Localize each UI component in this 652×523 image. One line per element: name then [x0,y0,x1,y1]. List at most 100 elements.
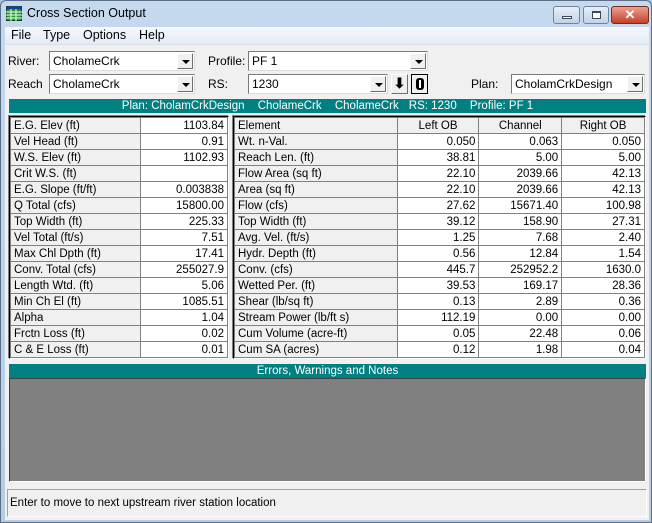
row-value[interactable]: 0.01 [140,341,228,358]
menu-type[interactable]: Type [40,28,73,42]
chevron-down-icon[interactable] [627,76,643,92]
right-ob-value[interactable]: 0.36 [561,293,645,310]
chevron-down-icon[interactable] [410,53,426,69]
row-value[interactable]: 1102.93 [140,149,228,166]
row-label: Wt. n-Val. [234,133,398,150]
right-ob-value[interactable]: 28.36 [561,277,645,294]
left-ob-value[interactable]: 38.81 [396,149,480,166]
maximize-icon [592,11,601,19]
left-ob-value[interactable]: 1.25 [396,229,480,246]
channel-value[interactable]: 15671.40 [478,197,563,214]
chevron-down-icon[interactable] [370,76,386,92]
menu-file[interactable]: File [8,28,34,42]
right-ob-value[interactable]: 2.40 [561,229,645,246]
right-ob-value[interactable]: 0.06 [561,325,645,342]
maximize-button[interactable] [583,6,609,24]
table-row: Stream Power (lb/ft s) 112.19 0.00 0.00 [234,309,645,326]
row-value[interactable]: 0.91 [140,133,228,150]
chevron-down-icon[interactable] [177,53,193,69]
channel-value[interactable]: 22.48 [478,325,563,342]
right-ob-value[interactable]: 42.13 [561,165,645,182]
row-value[interactable]: 1085.51 [140,293,228,310]
table-header-row: Element Left OB Channel Right OB [234,117,645,134]
left-ob-value[interactable]: 39.53 [396,277,480,294]
right-ob-value[interactable]: 0.050 [561,133,645,150]
minimize-button[interactable] [553,6,580,24]
channel-value[interactable]: 158.90 [478,213,563,230]
chevron-down-icon[interactable] [177,76,193,92]
column-header-channel: Channel [478,117,563,134]
profile-label: Profile: [208,54,246,68]
row-label: Flow (cfs) [234,197,398,214]
title-bar[interactable]: Cross Section Output ✕ [1,1,651,27]
plan-label: Plan: [471,77,499,91]
channel-value[interactable]: 2039.66 [478,165,563,182]
right-ob-value[interactable]: 5.00 [561,149,645,166]
left-ob-value[interactable]: 0.050 [396,133,480,150]
right-ob-value[interactable]: 1630.0 [561,261,645,278]
row-value[interactable]: 0.02 [140,325,228,342]
next-upstream-button[interactable]: ⬇ [391,74,408,94]
row-value[interactable]: 0.003838 [140,181,228,198]
left-ob-value[interactable]: 0.05 [396,325,480,342]
reach-select[interactable]: CholameCrk [49,74,195,94]
right-ob-value[interactable]: 0.00 [561,309,645,326]
menu-options[interactable]: Options [80,28,129,42]
left-ob-value[interactable]: 22.10 [396,165,480,182]
plan-select[interactable]: CholamCrkDesign [511,74,645,94]
channel-value[interactable]: 5.00 [478,149,563,166]
down-arrow-icon: ⬇ [393,75,406,91]
right-ob-value[interactable]: 100.98 [561,197,645,214]
row-label: Cum Volume (acre-ft) [234,325,398,342]
channel-value[interactable]: 12.84 [478,245,563,262]
row-value[interactable] [140,165,228,182]
left-ob-value[interactable]: 445.7 [396,261,480,278]
row-value[interactable]: 1103.84 [140,117,228,134]
left-ob-value[interactable]: 27.62 [396,197,480,214]
left-ob-value[interactable]: 0.12 [396,341,480,358]
menu-help[interactable]: Help [136,28,168,42]
row-value[interactable]: 255027.9 [140,261,228,278]
row-value[interactable]: 17.41 [140,245,228,262]
summary-profile: Profile: PF 1 [469,100,534,112]
channel-value[interactable]: 252952.2 [478,261,563,278]
close-button[interactable]: ✕ [611,6,649,24]
row-label: Vel Total (ft/s) [9,229,142,246]
row-value[interactable]: 5.06 [140,277,228,294]
row-label: Shear (lb/sq ft) [234,293,398,310]
right-ob-value[interactable]: 42.13 [561,181,645,198]
row-label: C & E Loss (ft) [9,341,142,358]
table-row: Reach Len. (ft) 38.81 5.00 5.00 [234,149,645,166]
channel-value[interactable]: 2.89 [478,293,563,310]
row-value[interactable]: 225.33 [140,213,228,230]
row-label: Reach Len. (ft) [234,149,398,166]
channel-value[interactable]: 169.17 [478,277,563,294]
channel-value[interactable]: 2039.66 [478,181,563,198]
left-ob-value[interactable]: 22.10 [396,181,480,198]
right-ob-value[interactable]: 0.04 [561,341,645,358]
river-value: CholameCrk [53,54,120,68]
left-ob-value[interactable]: 0.56 [396,245,480,262]
channel-value[interactable]: 0.00 [478,309,563,326]
right-ob-value[interactable]: 27.31 [561,213,645,230]
row-value[interactable]: 15800.00 [140,197,228,214]
channel-value[interactable]: 7.68 [478,229,563,246]
row-value[interactable]: 7.51 [140,229,228,246]
left-ob-value[interactable]: 39.12 [396,213,480,230]
right-ob-value[interactable]: 1.54 [561,245,645,262]
left-ob-value[interactable]: 0.13 [396,293,480,310]
table-row: Crit W.S. (ft) [9,165,228,182]
profile-select[interactable]: PF 1 [248,51,428,71]
channel-value[interactable]: 1.98 [478,341,563,358]
row-label: Alpha [9,309,142,326]
bug-report-button[interactable] [411,74,428,94]
errors-warnings-notes-area[interactable] [9,378,646,482]
row-label: Q Total (cfs) [9,197,142,214]
channel-value[interactable]: 0.063 [478,133,563,150]
river-select[interactable]: CholameCrk [49,51,195,71]
rs-select[interactable]: 1230 [248,74,388,94]
table-row: Area (sq ft) 22.10 2039.66 42.13 [234,181,645,198]
left-ob-value[interactable]: 112.19 [396,309,480,326]
row-value[interactable]: 1.04 [140,309,228,326]
client-area: File Type Options Help River: CholameCrk… [5,27,649,520]
